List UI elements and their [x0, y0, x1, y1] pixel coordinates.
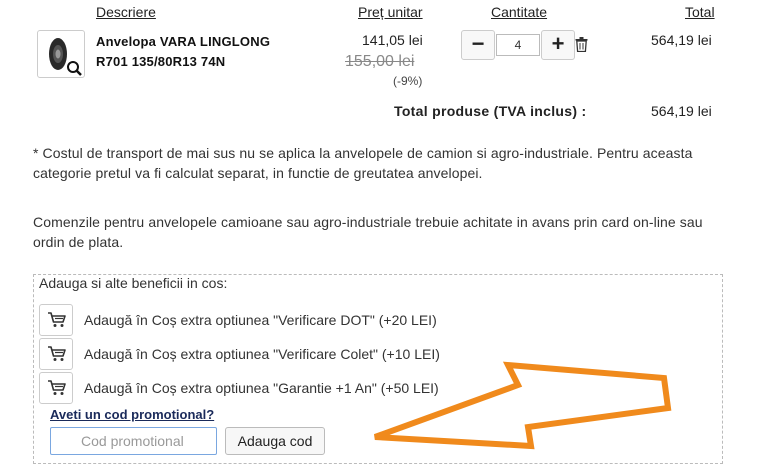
quantity-decrease-button[interactable]: −: [461, 30, 495, 60]
transport-note: * Costul de transport de mai sus nu se a…: [33, 145, 693, 181]
minus-icon: −: [471, 31, 485, 56]
product-thumbnail[interactable]: [37, 30, 85, 78]
benefits-title: Adauga si alte beneficii in cos:: [39, 275, 228, 291]
unit-price: 141,05 lei: [362, 32, 423, 48]
cart-icon: [48, 380, 66, 395]
column-header-total: Total: [685, 4, 715, 20]
promo-code-input[interactable]: [50, 427, 217, 455]
tire-zoom-icon: [49, 38, 82, 76]
column-header-unit-price: Preț unitar: [358, 4, 423, 20]
total-products-label: Total produse (TVA inclus) :: [394, 103, 587, 119]
product-name[interactable]: Anvelopa VARA LINGLONG R701 135/80R13 74…: [96, 32, 296, 72]
benefit-label: Adaugă în Coș extra optiunea "Garantie +…: [84, 380, 439, 396]
add-to-cart-button[interactable]: [39, 304, 73, 336]
column-header-quantity: Cantitate: [491, 4, 548, 20]
benefit-label: Adaugă în Coș extra optiunea "Verificare…: [84, 312, 437, 328]
plus-icon: +: [551, 31, 565, 56]
total-products-value: 564,19 lei: [651, 103, 712, 119]
promo-code-title[interactable]: Aveti un cod promotional?: [50, 407, 214, 422]
benefit-label: Adaugă în Coș extra optiunea "Verificare…: [84, 346, 440, 362]
add-to-cart-button[interactable]: [39, 338, 73, 370]
add-to-cart-button[interactable]: [39, 372, 73, 404]
discount-badge: (-9%): [393, 74, 423, 88]
old-price: 155,00 lei: [345, 53, 415, 70]
trash-icon[interactable]: [575, 37, 588, 52]
payment-note: Comenzile pentru anvelopele camioane sau…: [33, 214, 703, 250]
column-header-description: Descriere: [96, 4, 156, 20]
line-total: 564,19 lei: [651, 32, 712, 48]
quantity-input[interactable]: 4: [496, 34, 540, 56]
cart-icon: [48, 312, 66, 327]
cart-icon: [48, 346, 66, 361]
quantity-increase-button[interactable]: +: [541, 30, 575, 60]
add-promo-code-button[interactable]: Adauga cod: [225, 427, 325, 455]
